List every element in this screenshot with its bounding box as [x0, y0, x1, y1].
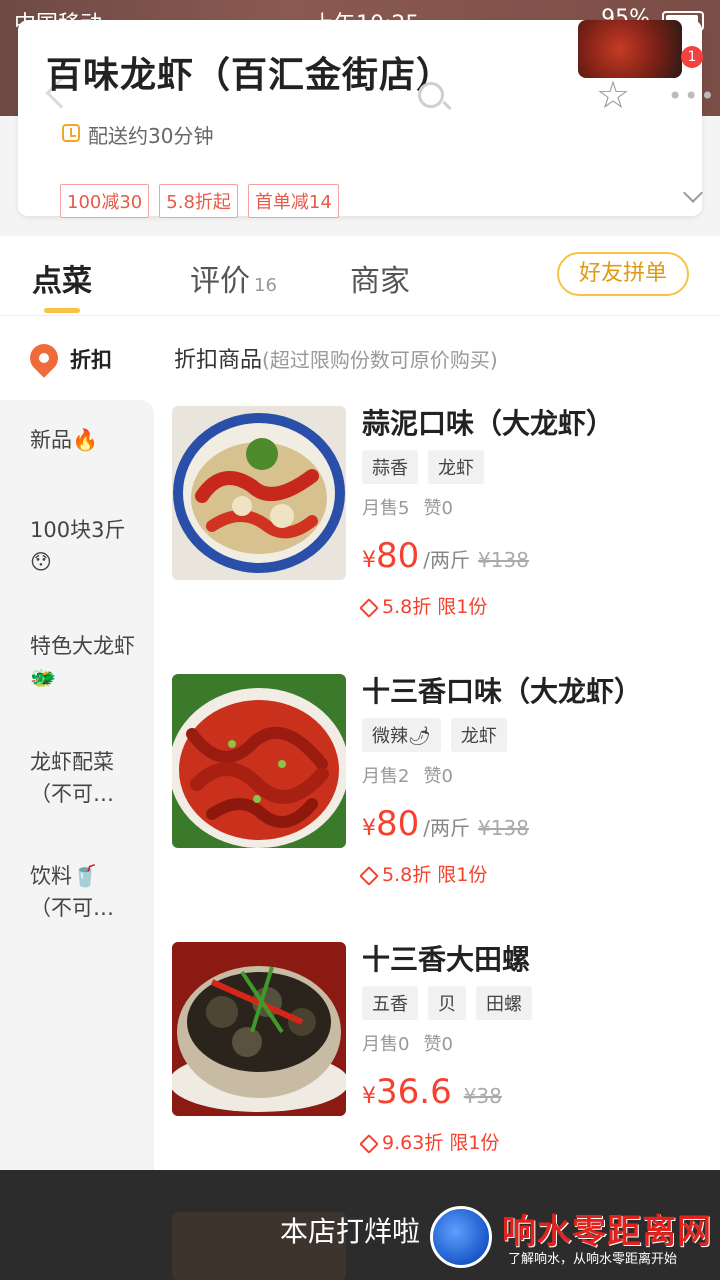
- discount-text: 9.63折 限1份: [382, 1132, 500, 1154]
- category-sidebar: 折扣 新品🔥 100块3斤😯 特色大龙虾🐲 龙虾配菜（不可… 饮料🥤（不可…: [0, 316, 154, 1280]
- currency-symbol: ¥: [362, 1084, 376, 1109]
- tab-active-indicator: [44, 308, 80, 313]
- cart-badge: 1: [681, 46, 703, 68]
- clock-icon: [62, 124, 80, 142]
- dish-image[interactable]: [172, 406, 346, 580]
- dish-stats: 月售0 赞0: [362, 1030, 453, 1056]
- dish-stats: 月售5 赞0: [362, 494, 453, 520]
- group-order-button[interactable]: 好友拼单: [557, 252, 689, 296]
- discount-text: 5.8折 限1份: [382, 864, 488, 886]
- dish-price: ¥80/两斤 ¥138: [362, 536, 529, 576]
- original-price: ¥38: [463, 1084, 502, 1108]
- likes-count: 赞0: [423, 1034, 453, 1055]
- shop-thumbnail[interactable]: [578, 20, 682, 78]
- more-icon[interactable]: •••: [668, 82, 716, 110]
- dish-tags: 微辣🌶 龙虾: [362, 718, 507, 752]
- discount-text: 5.8折 限1份: [382, 596, 488, 618]
- search-icon[interactable]: [418, 82, 444, 108]
- discount-tag-icon: [359, 597, 379, 618]
- price-value: 80: [376, 804, 420, 844]
- currency-symbol: ¥: [362, 816, 376, 841]
- price-value: 80: [376, 536, 420, 576]
- dish-price: ¥80/两斤 ¥138: [362, 804, 529, 844]
- likes-count: 赞0: [423, 498, 453, 519]
- monthly-sales: 月售2: [362, 766, 410, 787]
- sidebar-item-drinks[interactable]: 饮料🥤（不可…: [30, 860, 140, 924]
- tab-order[interactable]: 点菜: [32, 256, 92, 300]
- dish-list: 折扣商品(超过限购份数可原价购买) 蒜泥口味（大龙虾） 蒜香 龙虾 月售5 赞0: [154, 316, 720, 1280]
- sidebar-item-special-lobster[interactable]: 特色大龙虾🐲: [30, 630, 140, 694]
- site-watermark: 响水零距离网 了解响水，从响水零距离开始: [430, 1204, 720, 1276]
- dish-stats: 月售2 赞0: [362, 762, 453, 788]
- dish-name: 十三香大田螺: [362, 943, 531, 976]
- sidebar-item-discount[interactable]: 折扣: [0, 316, 154, 400]
- discount-label: 9.63折 限1份: [359, 1128, 500, 1155]
- tab-merchant[interactable]: 商家: [350, 256, 410, 300]
- original-price: ¥138: [478, 548, 529, 572]
- dish-tags: 蒜香 龙虾: [362, 450, 484, 484]
- price-unit: /两斤: [423, 548, 471, 572]
- original-price: ¥138: [478, 816, 529, 840]
- dish-tag: 田螺: [476, 986, 532, 1020]
- section-title: 折扣商品(超过限购份数可原价购买): [174, 342, 498, 374]
- delivery-time: 配送约30分钟: [88, 124, 214, 148]
- promo-list: 100减30 5.8折起 首单减14: [60, 184, 339, 218]
- watermark-subtitle: 了解响水，从响水零距离开始: [508, 1252, 678, 1267]
- dish-item[interactable]: 十三香大田螺 五香 贝 田螺 月售0 赞0 ¥36.6 ¥38 9.63折 限1份: [172, 942, 712, 1182]
- sidebar-item-new[interactable]: 新品🔥: [30, 424, 140, 456]
- dish-image[interactable]: [172, 674, 346, 848]
- shop-closed-message: 本店打烊啦: [280, 1215, 421, 1248]
- discount-label: 5.8折 限1份: [359, 592, 488, 619]
- promo-tag: 5.8折起: [159, 184, 238, 218]
- promo-tag: 首单减14: [247, 184, 339, 218]
- discount-label: 5.8折 限1份: [359, 860, 488, 887]
- monthly-sales: 月售0: [362, 1034, 410, 1055]
- likes-count: 赞0: [423, 766, 453, 787]
- sidebar-item-100-for-3[interactable]: 100块3斤😯: [30, 514, 140, 578]
- favorite-star-icon[interactable]: ☆: [596, 76, 630, 114]
- dish-tag: 龙虾: [450, 718, 507, 752]
- chevron-down-icon[interactable]: [683, 183, 703, 203]
- dish-tag: 五香: [362, 986, 418, 1020]
- price-value: 36.6: [376, 1072, 452, 1112]
- currency-symbol: ¥: [362, 548, 376, 573]
- tab-reviews-count: 16: [254, 275, 277, 296]
- dish-tag: 贝: [428, 986, 466, 1020]
- dish-tag: 龙虾: [428, 450, 484, 484]
- dish-tags: 五香 贝 田螺: [362, 986, 532, 1020]
- shop-name: 百味龙虾（百汇金街店）: [46, 55, 454, 96]
- sidebar-item-label: 折扣: [70, 348, 112, 372]
- discount-tag-icon: [359, 1133, 379, 1154]
- sidebar-corner: [140, 400, 154, 414]
- tab-reviews-label: 评价: [190, 264, 250, 299]
- section-subtitle: (超过限购份数可原价购买): [262, 348, 498, 372]
- sidebar-item-side-dishes[interactable]: 龙虾配菜（不可…: [30, 746, 140, 810]
- location-pin-icon: [24, 338, 64, 378]
- dish-item[interactable]: 蒜泥口味（大龙虾） 蒜香 龙虾 月售5 赞0 ¥80/两斤 ¥138 5.8折 限1…: [172, 406, 712, 646]
- dish-name: 蒜泥口味（大龙虾）: [362, 407, 615, 440]
- watermark-logo-icon: [430, 1206, 492, 1268]
- discount-tag-icon: [359, 865, 379, 886]
- tab-bar: 点菜 评价 16 商家 好友拼单: [0, 236, 720, 316]
- dish-tag: 蒜香: [362, 450, 418, 484]
- section-title-label: 折扣商品: [174, 348, 263, 373]
- dish-tag: 微辣🌶: [362, 718, 441, 752]
- dish-name: 十三香口味（大龙虾）: [362, 675, 643, 708]
- watermark-title: 响水零距离网: [502, 1212, 712, 1252]
- price-unit: /两斤: [423, 816, 471, 840]
- dish-price: ¥36.6 ¥38: [362, 1072, 502, 1112]
- promo-tag: 100减30: [60, 184, 150, 218]
- dish-image[interactable]: [172, 942, 346, 1116]
- tab-reviews[interactable]: 评价 16: [190, 256, 277, 300]
- monthly-sales: 月售5: [362, 498, 410, 519]
- dish-item[interactable]: 十三香口味（大龙虾） 微辣🌶 龙虾 月售2 赞0 ¥80/两斤 ¥138 5.8折 …: [172, 674, 712, 914]
